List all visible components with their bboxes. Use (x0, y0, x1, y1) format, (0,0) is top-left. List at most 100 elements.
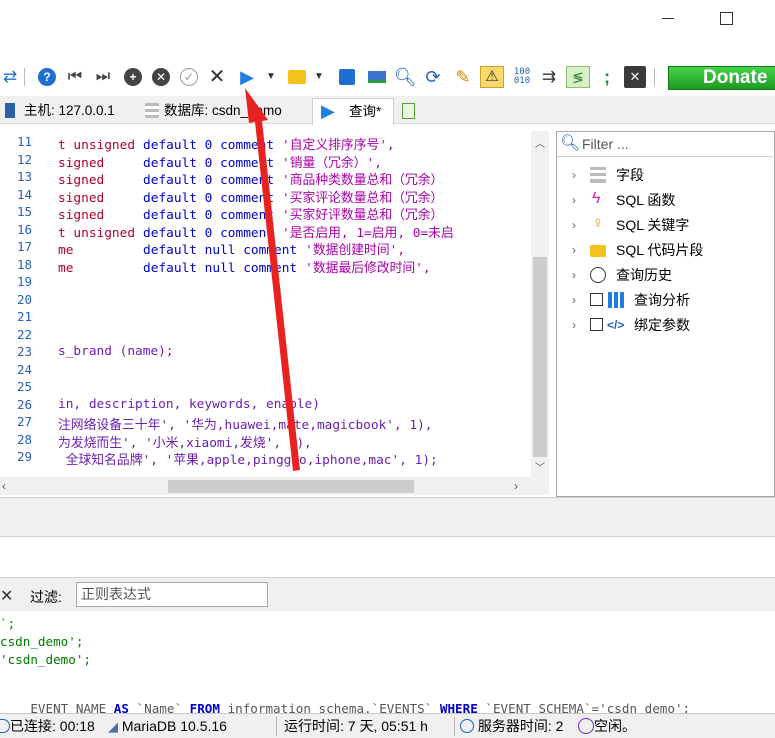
chevron-right-icon[interactable]: › (572, 239, 584, 261)
code-token: me (58, 260, 136, 276)
code-token: s_brand (name); (58, 344, 174, 359)
scroll-down-icon[interactable]: ﹀ (535, 459, 545, 474)
open-folder-icon[interactable] (286, 66, 308, 88)
scroll-up-icon[interactable]: ︿ (535, 135, 545, 150)
chevron-right-icon[interactable]: › (572, 214, 584, 236)
status-connected-text: 已连接: 00:18 (10, 718, 95, 734)
line-number: 14 (16, 186, 32, 202)
tree-item-query-history[interactable]: › 查询历史 (572, 264, 772, 286)
function-icon: ϟ (592, 190, 601, 207)
tree-item-query-profile[interactable]: › 查询分析 (572, 289, 772, 311)
line-number: 29 (16, 449, 32, 464)
last-record-icon[interactable]: ⏭ (92, 66, 114, 88)
editor-vertical-scrollbar[interactable]: ︿ ﹀ (531, 131, 549, 477)
tree-item-bind-params[interactable]: › </> 绑定参数 (572, 314, 772, 336)
minimize-button[interactable] (648, 4, 688, 32)
database-icon (145, 103, 159, 118)
semicolon-icon[interactable]: ; (598, 66, 616, 88)
code-line: signed default 0 comment '销量（冗余）', (58, 152, 382, 171)
tree-item-fields[interactable]: › 字段 (572, 164, 772, 186)
main-toolbar: ⇄ ? ⏮ ⏭ + ✕ ✓ ✕ ▶ ▼ ▼ 🔍︎ ⟳ ✎ ⚠ 100 010 ⇉ … (0, 58, 775, 96)
log-line: 'csdn_demo'; (0, 652, 91, 667)
line-number: 20 (16, 291, 32, 307)
help-icon[interactable]: ? (36, 66, 58, 88)
cancel-icon[interactable]: ✕ (206, 66, 228, 88)
scroll-left-icon[interactable]: ‹ (2, 479, 6, 493)
donate-button[interactable]: Donate (668, 66, 775, 90)
code-token: default null comment (143, 260, 298, 276)
chevron-right-icon[interactable]: › (572, 189, 584, 211)
word-wrap-icon[interactable]: ⇉ (538, 66, 560, 88)
line-number: 26 (16, 396, 32, 412)
vertical-scroll-thumb[interactable] (533, 257, 547, 457)
code-line: s_brand (name); (58, 344, 174, 359)
code-line: t unsigned default 0 comment '是否启用, 1=启用, … (58, 222, 454, 241)
fields-icon (590, 167, 606, 183)
connect-arrows-icon[interactable]: ⇄ (0, 66, 20, 88)
new-query-tab-button[interactable] (396, 98, 422, 124)
load-icon[interactable] (366, 66, 388, 88)
line-number: 16 (16, 221, 32, 237)
first-record-icon[interactable]: ⏮ (64, 66, 86, 88)
chevron-right-icon[interactable]: › (572, 289, 584, 311)
filter-regex-input[interactable]: 正则表达式 (76, 582, 268, 607)
save-icon[interactable] (336, 66, 358, 88)
tab-query[interactable]: ▶ 查询* (312, 98, 394, 125)
find-icon[interactable]: 🔍︎ (394, 66, 417, 88)
chevron-right-icon[interactable]: › (572, 314, 584, 336)
line-number: 23 (16, 344, 32, 359)
history-icon (590, 267, 606, 283)
maximize-button[interactable] (706, 4, 746, 32)
delete-record-icon[interactable]: ✕ (150, 66, 172, 88)
tree-item-label: 查询分析 (634, 292, 690, 308)
clean-icon[interactable]: ✎ (452, 66, 474, 88)
apply-icon[interactable]: ✓ (178, 66, 200, 88)
log-line: csdn_demo'; (0, 634, 84, 649)
chevron-right-icon[interactable]: › (572, 264, 584, 286)
code-line: signed default 0 comment '买家好评数量总和（冗余） (58, 204, 443, 223)
key-icon: ♀ (592, 215, 604, 232)
bind-params-checkbox[interactable] (590, 318, 603, 331)
line-number: 28 (16, 431, 32, 447)
tab-host-label: 主机: 127.0.0.1 (24, 103, 115, 118)
binary-icon[interactable]: 100 010 (510, 66, 534, 88)
scroll-right-icon[interactable]: › (514, 479, 518, 493)
chevron-right-icon[interactable]: › (572, 164, 584, 186)
close-tab-icon[interactable]: ✕ (624, 66, 646, 88)
tree-item-sql-snippets[interactable]: › SQL 代码片段 (572, 239, 772, 261)
query-profile-checkbox[interactable] (590, 293, 603, 306)
tree-item-sql-functions[interactable]: › ϟ SQL 函数 (572, 189, 772, 211)
editor-horizontal-scrollbar[interactable]: ‹ › (0, 477, 531, 495)
tab-host[interactable]: 主机: 127.0.0.1 (2, 98, 140, 124)
line-number: 11 (16, 134, 32, 149)
splitter-band[interactable] (0, 497, 775, 537)
dropdown-icon[interactable]: ▼ (264, 66, 278, 88)
sql-editor[interactable]: 11 t unsigned default 0 comment '自定义排序序号', 1… (0, 131, 549, 477)
title-bar (0, 0, 775, 56)
sql-log[interactable]: `; csdn_demo'; 'csdn_demo'; EVENT_NAME A… (0, 612, 775, 716)
tree-item-label: 字段 (616, 167, 644, 183)
code-token: 全球知名品牌', '苹果,apple,pingguo,iphone,mac', … (58, 453, 438, 468)
run-query-icon[interactable]: ▶ (236, 66, 258, 88)
status-bar: 已连接: 00:18 ◢ MariaDB 10.5.16 运行时间: 7 天, … (0, 713, 775, 738)
idle-indicator-icon (578, 718, 594, 734)
tree-item-sql-keywords[interactable]: › ♀ SQL 关键字 (572, 214, 772, 236)
tab-bar: 主机: 127.0.0.1 数据库: csdn_demo ▶ 查询* (0, 96, 775, 125)
warning-icon[interactable]: ⚠ (480, 66, 504, 88)
helper-filter-input[interactable]: 🔍︎ Filter ... (556, 131, 775, 157)
format-sql-icon[interactable]: ≶ (566, 66, 590, 88)
close-filter-icon[interactable]: ✕ (0, 586, 13, 606)
new-query-tab-icon (402, 103, 415, 119)
line-number: 15 (16, 204, 32, 219)
dropdown-icon[interactable]: ▼ (312, 66, 326, 88)
horizontal-scroll-thumb[interactable] (168, 480, 414, 493)
result-area (0, 537, 775, 575)
add-record-icon[interactable]: + (122, 66, 144, 88)
replace-icon[interactable]: ⟳ (422, 66, 444, 88)
filter-regex-placeholder: 正则表达式 (81, 586, 151, 602)
filter-label: 过滤: (30, 589, 62, 605)
status-idle: 空闲。 (578, 714, 636, 738)
status-server: ◢ MariaDB 10.5.16 (108, 714, 227, 738)
tab-database[interactable]: 数据库: csdn_demo (142, 98, 310, 124)
log-filter-bar: ✕ 过滤: 正则表达式 (0, 577, 775, 611)
